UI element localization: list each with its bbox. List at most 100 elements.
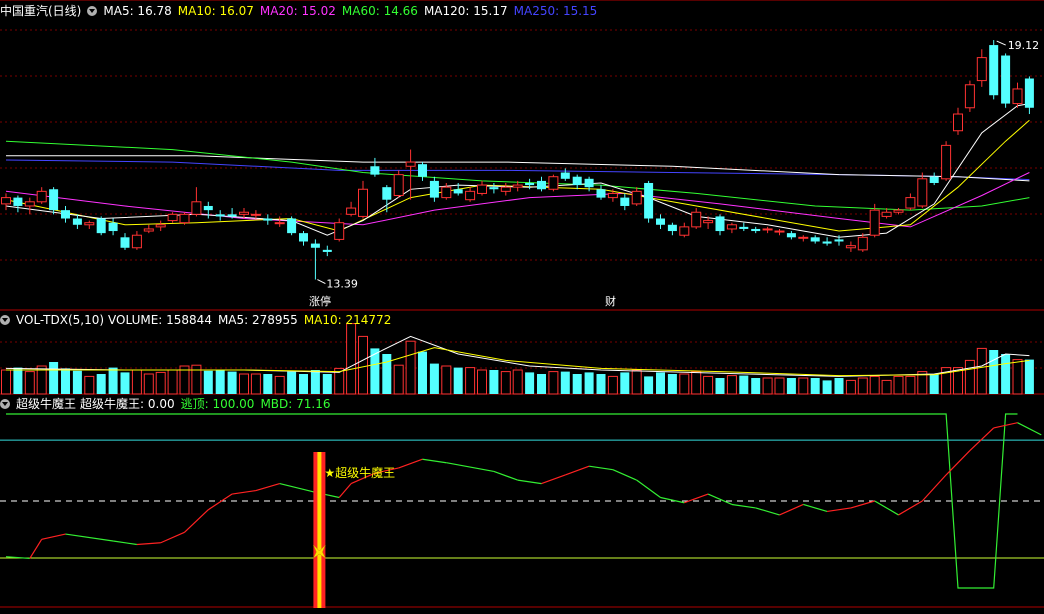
volume-bar [215, 370, 225, 394]
candle-body [405, 161, 416, 167]
candle-body [274, 222, 285, 225]
mbd-value: MBD: 71.16 [260, 397, 331, 411]
indicator-line [446, 462, 495, 473]
indicator-line [827, 507, 851, 513]
ma-legend-item: MA20: 15.02 [259, 4, 336, 18]
volume-bar [393, 364, 404, 395]
ma250-line [5, 159, 1030, 181]
volume-bar [751, 378, 761, 394]
candle-body [607, 192, 618, 199]
candle-body [620, 197, 630, 206]
volume-bar [84, 375, 95, 395]
candle-body [917, 178, 928, 207]
volume-bar [299, 374, 308, 394]
indicator-line [113, 540, 137, 546]
volume-bar [631, 369, 642, 395]
candle-body [953, 113, 963, 132]
candle-body [703, 220, 714, 224]
volume-bar [834, 378, 844, 394]
indicator-line [232, 489, 256, 495]
candle-body [215, 214, 225, 217]
volume-panel-header: VOL-TDX(5,10) VOLUME: 158844 MA5: 278955 MA… [0, 311, 397, 329]
indicator-line [136, 542, 161, 546]
indicator-line [612, 469, 637, 481]
indicator-title: 超级牛魔王 [16, 397, 77, 411]
volume-bar [239, 373, 249, 395]
volume-bar [143, 373, 154, 395]
volume-bar [584, 372, 594, 394]
candle-body [834, 239, 844, 242]
volume-bar [13, 367, 23, 394]
indicator-panel-dropdown-icon[interactable] [0, 399, 10, 409]
indicator-line [565, 465, 590, 476]
candle-body [72, 218, 82, 225]
signal-label: ★超级牛魔王 [324, 465, 395, 480]
candle-body [250, 213, 261, 216]
candle-body [382, 187, 392, 200]
candle-body [334, 222, 345, 240]
volume-bar [644, 376, 654, 394]
volume-bar [607, 375, 618, 395]
indicator-line [707, 493, 733, 506]
indicator-line [65, 533, 114, 542]
candle-body [489, 187, 499, 190]
indicator-line [422, 458, 447, 464]
candle-body [346, 207, 357, 215]
cai-label: 财 [605, 294, 616, 308]
escape-value: 逃顶: 100.00 [180, 397, 255, 411]
candle-body [869, 209, 880, 236]
candle-body [477, 184, 487, 194]
volume-bar [537, 374, 546, 394]
candle-body [155, 224, 166, 228]
candle-body [131, 234, 142, 249]
candle-body [881, 211, 892, 217]
candle-body [596, 189, 606, 198]
volume-bar [310, 370, 320, 394]
indicator-line [493, 470, 518, 481]
candle-body [762, 228, 773, 231]
indicator-line [279, 483, 316, 493]
volume-bar [167, 369, 178, 395]
candle-body [310, 243, 320, 248]
indicator-line [874, 500, 899, 516]
candle-body [656, 218, 665, 225]
candle-body [370, 166, 380, 175]
indicator-line [338, 483, 352, 498]
candle-body [810, 237, 820, 242]
indicator-dropdown-icon[interactable] [87, 6, 98, 16]
indicator-line [993, 422, 1018, 429]
candle-body [143, 228, 154, 232]
candle-body [36, 190, 47, 203]
price-panel-header: 中国重汽(日线) MA5: 16.78 MA10: 16.07 MA20: 15.02… [0, 2, 609, 20]
candle-body [667, 224, 677, 232]
candle-body [512, 184, 523, 188]
volume-dropdown-icon[interactable] [0, 315, 10, 325]
candle-body [548, 176, 559, 190]
candle-body [203, 205, 213, 211]
volume-bar [108, 367, 118, 394]
volume-bar [964, 359, 975, 395]
volume-bar [131, 369, 142, 395]
volume-title: VOL-TDX(5,10) [16, 313, 105, 327]
volume-bar [715, 378, 725, 394]
volume-bar [274, 375, 285, 395]
candle-body [24, 201, 35, 207]
volume-bar [548, 371, 559, 395]
limit-up-label: 涨停 [309, 294, 331, 308]
volume-bar [441, 365, 452, 395]
candle-body [584, 178, 594, 188]
candle-body [631, 190, 642, 205]
volume-bar [203, 370, 213, 394]
candle-body [84, 222, 95, 226]
volume-bar [453, 367, 463, 394]
candle-body [941, 144, 952, 180]
candle-body [1001, 55, 1011, 104]
volume-bar [429, 363, 439, 394]
indicator-panel-header: 超级牛魔王 超级牛魔王: 0.00 逃顶: 100.00 MBD: 71.16 [0, 395, 337, 413]
volume-bar [822, 380, 832, 394]
candle-body [786, 233, 796, 238]
volume-bar [845, 379, 856, 395]
candle-body [227, 214, 237, 217]
volume-bar [346, 323, 357, 395]
indicator-line [850, 500, 875, 509]
